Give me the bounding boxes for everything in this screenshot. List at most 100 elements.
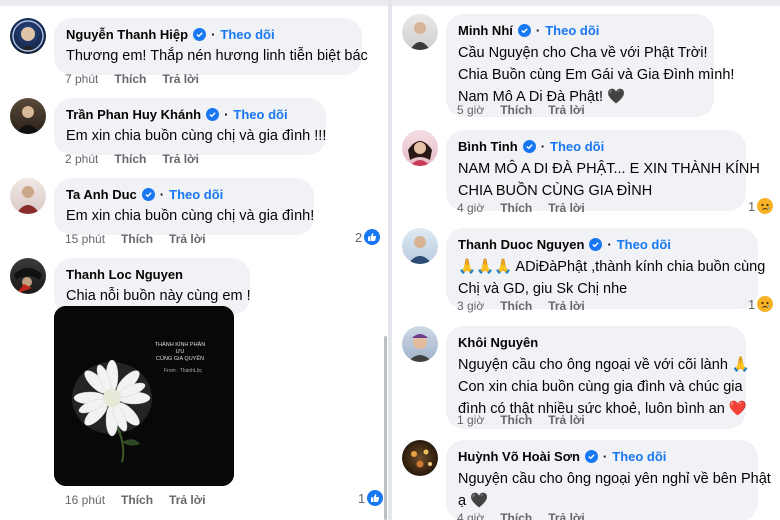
reaction-count: 1 bbox=[748, 198, 756, 214]
comment-text-line: Chia Buồn cùng Em Gái và Gia Đình mình! bbox=[458, 67, 735, 83]
avatar[interactable] bbox=[10, 98, 46, 134]
reaction-summary[interactable]: 1 bbox=[748, 296, 774, 312]
comment-author[interactable]: Khôi Nguyên bbox=[458, 334, 538, 351]
comment-text-line: 🙏🙏🙏 ADiĐàPhật ,thành kính chia buồn cùng bbox=[458, 259, 766, 275]
reply-button[interactable]: Trả lời bbox=[548, 510, 585, 520]
comment-author[interactable]: Ta Anh Duc bbox=[66, 186, 137, 203]
comment-author[interactable]: Minh Nhí bbox=[458, 22, 513, 39]
comment-author[interactable]: Trần Phan Huy Khánh bbox=[66, 106, 201, 123]
follow-button[interactable]: Theo dõi bbox=[169, 186, 223, 203]
comment-author[interactable]: Thanh Duoc Nguyen bbox=[458, 236, 584, 253]
reaction-summary[interactable]: 1 bbox=[358, 490, 384, 506]
follow-button[interactable]: Theo dõi bbox=[550, 138, 604, 155]
comment-time[interactable]: 4 giờ bbox=[457, 510, 484, 520]
avatar[interactable] bbox=[10, 258, 46, 294]
image-caption-title: THÀNH KÍNH PHÂN ƯU CÙNG GIA QUYẾN bbox=[154, 342, 206, 362]
comment-author[interactable]: Thanh Loc Nguyen bbox=[66, 266, 183, 283]
comment-bubble: Trần Phan Huy Khánh · Theo dõi Em xin ch… bbox=[54, 98, 326, 155]
comment-text-line: Cầu Nguyện cho Cha về với Phật Trời! bbox=[458, 45, 708, 61]
white-chrysanthemum-image bbox=[54, 306, 234, 486]
like-button[interactable]: Thích bbox=[500, 412, 532, 428]
avatar[interactable] bbox=[402, 228, 438, 264]
attached-image[interactable]: THÀNH KÍNH PHÂN ƯU CÙNG GIA QUYẾN From :… bbox=[54, 306, 234, 486]
follow-button[interactable]: Theo dõi bbox=[545, 22, 599, 39]
comment-actions: 16 phút Thích Trả lời bbox=[65, 492, 206, 508]
verified-badge-icon bbox=[141, 188, 155, 201]
avatar[interactable] bbox=[402, 14, 438, 50]
comment-bubble: Nguyễn Thanh Hiệp · Theo dõi Thương em! … bbox=[54, 18, 368, 75]
like-button[interactable]: Thích bbox=[500, 200, 532, 216]
comment-actions: 5 giờ Thích Trả lời bbox=[457, 102, 585, 118]
comment-author[interactable]: Huỳnh Võ Hoài Sơn bbox=[458, 448, 580, 465]
comment-text-line: ạ 🖤 bbox=[458, 493, 489, 509]
comment-time[interactable]: 3 giờ bbox=[457, 298, 484, 314]
reply-button[interactable]: Trả lời bbox=[548, 298, 585, 314]
verified-badge-icon bbox=[522, 140, 536, 153]
reply-button[interactable]: Trả lời bbox=[162, 151, 199, 167]
comment-time[interactable]: 2 phút bbox=[65, 151, 98, 167]
reaction-count: 1 bbox=[748, 296, 756, 312]
follow-button[interactable]: Theo dõi bbox=[617, 236, 671, 253]
comment-author[interactable]: Bình Tinh bbox=[458, 138, 518, 155]
reply-button[interactable]: Trả lời bbox=[169, 492, 206, 508]
comment-actions: 4 giờ Thích Trả lời bbox=[457, 200, 585, 216]
comment-time[interactable]: 4 giờ bbox=[457, 200, 484, 216]
comment-time[interactable]: 16 phút bbox=[65, 492, 105, 508]
avatar[interactable] bbox=[402, 326, 438, 362]
comment-time[interactable]: 5 giờ bbox=[457, 102, 484, 118]
verified-badge-icon bbox=[589, 238, 603, 251]
verified-badge-icon bbox=[517, 24, 531, 37]
comment-actions: 1 giờ Thích Trả lời bbox=[457, 412, 585, 428]
comment-bubble: Ta Anh Duc · Theo dõi Em xin chia buồn c… bbox=[54, 178, 314, 235]
comments-column-right: Minh Nhí · Theo dõi Cầu Nguyện cho Cha v… bbox=[392, 0, 780, 520]
comment-bubble: Bình Tinh · Theo dõi NAM MÔ A DI ĐÀ PHẬT… bbox=[446, 130, 760, 211]
reply-button[interactable]: Trả lời bbox=[162, 71, 199, 87]
like-button[interactable]: Thích bbox=[121, 492, 153, 508]
comment-time[interactable]: 15 phút bbox=[65, 231, 105, 247]
reply-button[interactable]: Trả lời bbox=[548, 102, 585, 118]
follow-button[interactable]: Theo dõi bbox=[233, 106, 287, 123]
comment-author[interactable]: Nguyễn Thanh Hiệp bbox=[66, 26, 188, 43]
comment-actions: 15 phút Thích Trả lời bbox=[65, 231, 206, 247]
verified-badge-icon bbox=[584, 450, 598, 463]
reply-button[interactable]: Trả lời bbox=[548, 200, 585, 216]
comment-text: Em xin chia buồn cùng chị và gia đình! bbox=[66, 208, 315, 224]
comment-time[interactable]: 1 giờ bbox=[457, 412, 484, 428]
reaction-count: 1 bbox=[358, 490, 366, 506]
image-caption-from: From : ThànhLộc bbox=[164, 368, 202, 374]
reply-button[interactable]: Trả lời bbox=[548, 412, 585, 428]
comments-column-left: Nguyễn Thanh Hiệp · Theo dõi Thương em! … bbox=[0, 0, 388, 520]
like-reaction-icon bbox=[364, 229, 381, 245]
avatar[interactable] bbox=[402, 130, 438, 166]
follow-button[interactable]: Theo dõi bbox=[220, 26, 274, 43]
verified-badge-icon bbox=[206, 108, 220, 121]
avatar[interactable] bbox=[10, 178, 46, 214]
reply-button[interactable]: Trả lời bbox=[169, 231, 206, 247]
comment-bubble: Huỳnh Võ Hoài Sơn · Theo dõi Nguyện cầu … bbox=[446, 440, 771, 520]
like-button[interactable]: Thích bbox=[500, 510, 532, 520]
like-button[interactable]: Thích bbox=[114, 151, 146, 167]
comment-actions: 7 phút Thích Trả lời bbox=[65, 71, 199, 87]
verified-badge-icon bbox=[193, 28, 207, 41]
comment-text-line: Chị và GD, giu Sk Chị nhe bbox=[458, 281, 628, 297]
comment-text-line: Con xin chia buồn cùng gia đình và chúc … bbox=[458, 379, 743, 395]
comment-time[interactable]: 7 phút bbox=[65, 71, 98, 87]
avatar[interactable] bbox=[10, 18, 46, 54]
comment-text: Em xin chia buồn cùng chị và gia đình !!… bbox=[66, 128, 327, 144]
like-button[interactable]: Thích bbox=[121, 231, 153, 247]
comment-actions: 2 phút Thích Trả lời bbox=[65, 151, 199, 167]
comment-text-line: NAM MÔ A DI ĐÀ PHẬT... E XIN THÀNH KÍNH bbox=[458, 161, 760, 177]
like-button[interactable]: Thích bbox=[500, 298, 532, 314]
reaction-summary[interactable]: 1 bbox=[748, 198, 774, 214]
reaction-summary[interactable]: 2 bbox=[355, 229, 381, 245]
comment-text: Thương em! Thắp nén hương linh tiễn biệt… bbox=[66, 48, 368, 64]
comment-actions: 3 giờ Thích Trả lời bbox=[457, 298, 585, 314]
comment-text-line: Nguyện cầu cho ông ngoại yên nghỉ về bên… bbox=[458, 471, 771, 487]
comment-text: Chia nỗi buồn này cùng em ! bbox=[66, 288, 251, 304]
scrollbar[interactable] bbox=[384, 336, 387, 520]
follow-button[interactable]: Theo dõi bbox=[612, 448, 666, 465]
like-button[interactable]: Thích bbox=[500, 102, 532, 118]
avatar[interactable] bbox=[402, 440, 438, 476]
like-button[interactable]: Thích bbox=[114, 71, 146, 87]
sad-reaction-icon bbox=[757, 296, 774, 312]
